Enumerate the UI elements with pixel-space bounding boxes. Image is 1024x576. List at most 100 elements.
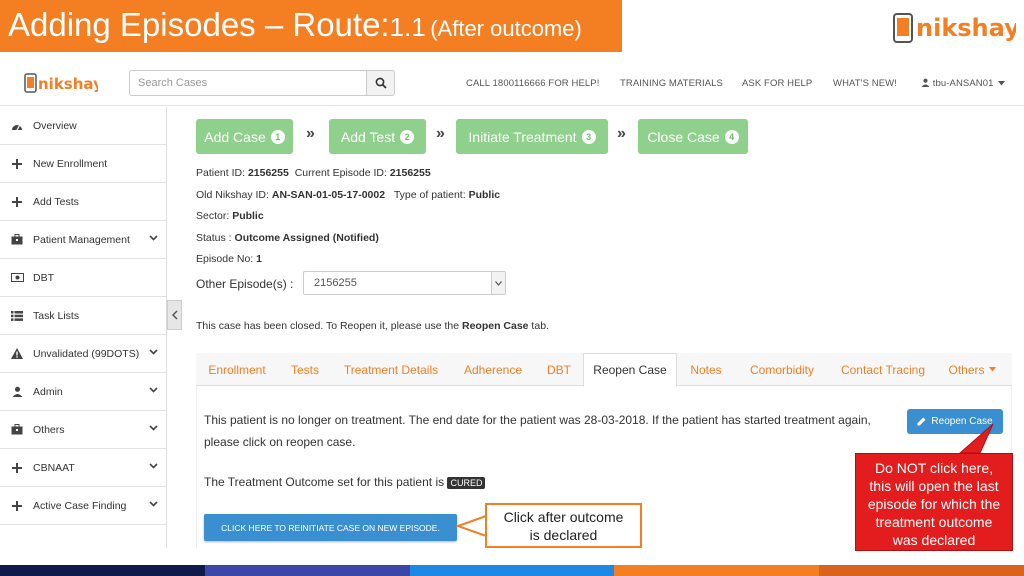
double-chevron-icon: » xyxy=(617,125,626,142)
nav-ask-for-help[interactable]: ASK FOR HELP xyxy=(742,78,812,89)
step-number-badge: 4 xyxy=(724,129,739,144)
sidebar-item-patient-management[interactable]: Patient Management xyxy=(0,221,166,259)
slide-title: Adding Episodes – Route:1.1 (After outco… xyxy=(0,0,622,52)
sidebar-item-label: New Enrollment xyxy=(33,157,108,170)
chevron-left-icon xyxy=(171,310,178,320)
nav-training-materials[interactable]: TRAINING MATERIALS xyxy=(620,78,723,89)
search-icon xyxy=(375,77,387,89)
sidebar-item-overview[interactable]: Overview xyxy=(0,107,166,145)
sector-label: Sector: xyxy=(196,210,230,222)
step-add-test-button[interactable]: Add Test 2 xyxy=(329,119,426,154)
sidebar-item-admin[interactable]: Admin xyxy=(0,373,166,411)
status-value: Outcome Assigned (Notified) xyxy=(234,232,379,244)
case-tabs: Enrollment Tests Treatment Details Adher… xyxy=(196,353,1012,387)
sidebar-item-add-tests[interactable]: Add Tests xyxy=(0,183,166,221)
tab-contact-tracing[interactable]: Contact Tracing xyxy=(831,353,935,386)
footer-bar-segment xyxy=(614,565,820,576)
callout-text: Click after outcome xyxy=(503,509,624,525)
app-header: nikshay Search Cases CALL 1800116666 FOR… xyxy=(0,60,1024,106)
nikshay-logo: nikshay xyxy=(893,13,1016,43)
caret-down-icon xyxy=(998,81,1006,86)
tab-adherence[interactable]: Adherence xyxy=(450,353,536,386)
svg-text:nikshay: nikshay xyxy=(38,75,98,93)
sidebar-item-label: DBT xyxy=(33,271,54,284)
plus-icon xyxy=(10,195,24,209)
footer-color-bar xyxy=(0,565,1024,576)
tab-dbt[interactable]: DBT xyxy=(536,353,582,386)
nav-user-menu[interactable]: tbu-ANSAN01 xyxy=(921,78,1006,89)
app-logo[interactable]: nikshay xyxy=(24,70,98,96)
user-icon xyxy=(10,385,24,399)
chevron-down-icon xyxy=(149,501,158,507)
sidebar-item-dbt[interactable]: DBT xyxy=(0,259,166,297)
user-name: tbu-ANSAN01 xyxy=(932,78,994,89)
search-input[interactable]: Search Cases xyxy=(129,70,367,96)
outcome-badge: CURED xyxy=(447,476,486,489)
step-label: Add Case xyxy=(204,128,266,145)
other-episodes-label: Other Episode(s) : xyxy=(196,277,294,291)
sidebar-item-label: Patient Management xyxy=(33,233,130,246)
double-chevron-icon: » xyxy=(306,125,315,142)
sidebar-item-task-lists[interactable]: Task Lists xyxy=(0,297,166,335)
reopen-case-button[interactable]: Reopen Case xyxy=(907,409,1003,434)
tab-treatment-details[interactable]: Treatment Details xyxy=(332,353,450,386)
tab-comorbidity[interactable]: Comorbidity xyxy=(733,353,831,386)
pencil-icon xyxy=(917,417,926,426)
step-close-case-button[interactable]: Close Case 4 xyxy=(638,119,748,154)
reinitiate-case-button[interactable]: CLICK HERE TO REINITIATE CASE ON NEW EPI… xyxy=(204,514,457,541)
footer-bar-segment xyxy=(0,565,205,576)
plus-icon xyxy=(10,157,24,171)
sidebar-item-label: Active Case Finding xyxy=(33,499,127,512)
sidebar-item-unvalidated[interactable]: Unvalidated (99DOTS) xyxy=(0,335,166,373)
sidebar-item-label: Unvalidated (99DOTS) xyxy=(33,347,140,360)
treatment-outcome-line: The Treatment Outcome set for this patie… xyxy=(204,475,486,489)
old-id-label: Old Nikshay ID: xyxy=(196,189,269,201)
other-episodes-select[interactable]: 2156255 xyxy=(303,271,506,295)
closed-note-text: This case has been closed. To Reopen it,… xyxy=(196,320,462,332)
old-id-value: AN-SAN-01-05-17-0002 xyxy=(271,189,386,201)
footer-bar-segment xyxy=(409,565,615,576)
sidebar-item-label: Overview xyxy=(33,119,77,132)
tab-others-label: Others xyxy=(948,362,985,377)
slide-title-route: 1.1 xyxy=(389,12,426,42)
warning-icon xyxy=(10,347,24,361)
double-chevron-icon: » xyxy=(436,125,445,142)
patient-type-label: Type of patient: xyxy=(393,189,466,201)
sidebar-item-cbnaat[interactable]: CBNAAT xyxy=(0,449,166,487)
sidebar-item-others[interactable]: Others xyxy=(0,411,166,449)
search-button[interactable] xyxy=(367,70,395,96)
step-add-case-button[interactable]: Add Case 1 xyxy=(196,119,293,154)
nav-whats-new[interactable]: WHAT'S NEW! xyxy=(833,78,897,89)
tab-enrollment[interactable]: Enrollment xyxy=(196,353,278,386)
reopen-case-label: Reopen Case xyxy=(931,416,993,427)
tab-tests[interactable]: Tests xyxy=(278,353,332,386)
sidebar-collapse-toggle[interactable] xyxy=(167,300,182,330)
chevron-down-icon xyxy=(149,463,158,469)
slide: Adding Episodes – Route:1.1 (After outco… xyxy=(0,0,1024,576)
money-icon xyxy=(10,271,24,285)
callout-do-not-click: Do NOT click here, this will open the la… xyxy=(855,453,1013,551)
current-episode-label: Current Episode ID: xyxy=(294,167,387,179)
sidebar-item-label: CBNAAT xyxy=(33,461,75,474)
step-initiate-treatment-button[interactable]: Initiate Treatment 3 xyxy=(456,119,608,154)
step-label: Add Test xyxy=(340,128,396,145)
tab-notes[interactable]: Notes xyxy=(679,353,733,386)
old-id-line: Old Nikshay ID: AN-SAN-01-05-17-0002 Typ… xyxy=(196,189,500,201)
sector-value: Public xyxy=(232,210,264,222)
status-line: Status : Outcome Assigned (Notified) xyxy=(196,232,379,244)
sidebar-item-active-case-finding[interactable]: Active Case Finding xyxy=(0,487,166,525)
callout-text: is declared xyxy=(529,527,598,543)
sidebar-item-new-enrollment[interactable]: New Enrollment xyxy=(0,145,166,183)
tab-reopen-case[interactable]: Reopen Case xyxy=(583,353,677,387)
footer-bar-segment xyxy=(204,565,410,576)
sidebar-item-label: Admin xyxy=(33,385,63,398)
current-episode-value: 2156255 xyxy=(389,167,431,179)
nav-call-help[interactable]: CALL 1800116666 FOR HELP! xyxy=(466,78,599,89)
tab-others[interactable]: Others xyxy=(938,353,1006,386)
chevron-down-icon xyxy=(149,349,158,355)
callout-text: this will open the last xyxy=(869,478,999,494)
callout-text: treatment outcome xyxy=(875,514,993,530)
callout-text: episode for which the xyxy=(867,496,1001,512)
sidebar-item-label: Task Lists xyxy=(33,309,80,322)
other-episodes-value: 2156255 xyxy=(314,277,357,289)
